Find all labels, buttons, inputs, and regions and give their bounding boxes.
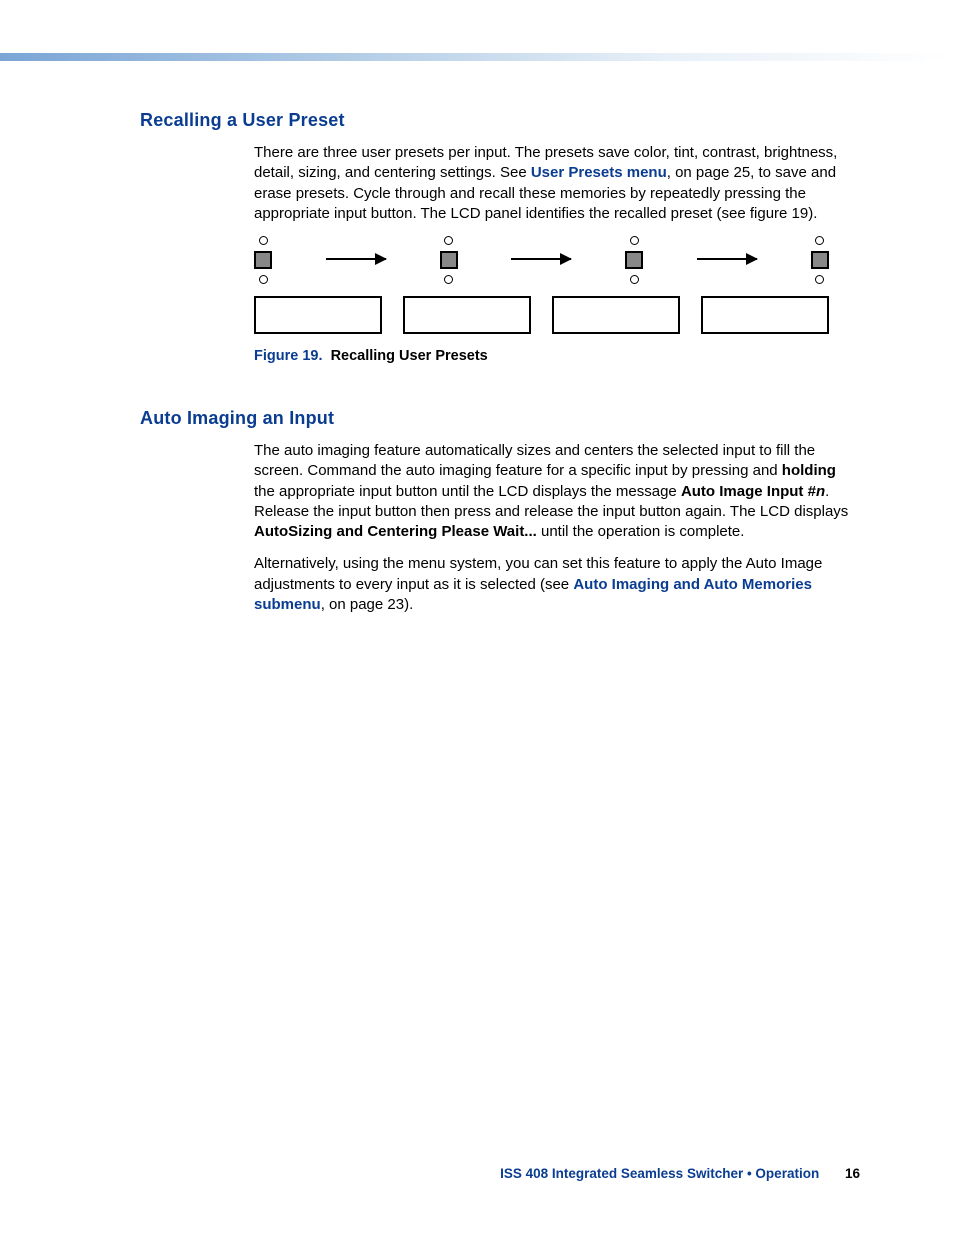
led-indicator-bottom xyxy=(259,275,268,284)
lcd-box-1 xyxy=(254,296,382,334)
led-indicator-bottom xyxy=(630,275,639,284)
section1-para1: There are three user presets per input. … xyxy=(254,143,860,224)
lcd-box-3 xyxy=(552,296,680,334)
led-indicator-top xyxy=(444,236,453,245)
emphasis-holding: holding xyxy=(782,462,836,479)
text: until the operation is complete. xyxy=(537,523,745,540)
figure19-caption: Figure 19. Recalling User Presets xyxy=(254,348,860,364)
lcd-message-variable: n xyxy=(816,483,825,500)
led-indicator-bottom xyxy=(444,275,453,284)
page-footer: ISS 408 Integrated Seamless Switcher • O… xyxy=(500,1166,860,1181)
top-gradient-bar xyxy=(0,53,954,61)
footer-page-number: 16 xyxy=(845,1166,860,1181)
led-indicator-top xyxy=(630,236,639,245)
arrow-icon xyxy=(511,258,571,260)
preset-unit-2 xyxy=(440,236,458,284)
section1-body: There are three user presets per input. … xyxy=(254,143,860,364)
text: The auto imaging feature automatically s… xyxy=(254,442,815,479)
arrow-icon xyxy=(697,258,757,260)
text: the appropriate input button until the L… xyxy=(254,483,681,500)
arrow-icon xyxy=(326,258,386,260)
figure19-label-row xyxy=(254,296,829,334)
section-heading-auto-imaging: Auto Imaging an Input xyxy=(140,408,860,429)
figure-title: Recalling User Presets xyxy=(331,348,488,364)
footer-doc-title: ISS 408 Integrated Seamless Switcher • O… xyxy=(500,1166,819,1181)
section2: Auto Imaging an Input The auto imaging f… xyxy=(140,408,860,615)
link-user-presets-menu[interactable]: User Presets menu xyxy=(531,164,667,181)
preset-unit-4 xyxy=(811,236,829,284)
led-indicator-top xyxy=(259,236,268,245)
input-button-icon xyxy=(811,251,829,269)
section2-body: The auto imaging feature automatically s… xyxy=(254,441,860,615)
content-area: Recalling a User Preset There are three … xyxy=(140,110,860,633)
lcd-message-auto-image: Auto Image Input # xyxy=(681,483,816,500)
section2-para1: The auto imaging feature automatically s… xyxy=(254,441,860,542)
led-indicator-bottom xyxy=(815,275,824,284)
figure19-diagram xyxy=(254,236,829,284)
section-heading-recalling: Recalling a User Preset xyxy=(140,110,860,131)
input-button-icon xyxy=(625,251,643,269)
preset-unit-3 xyxy=(625,236,643,284)
text: , on page 23). xyxy=(321,596,414,613)
lcd-box-2 xyxy=(403,296,531,334)
input-button-icon xyxy=(440,251,458,269)
lcd-message-autosizing: AutoSizing and Centering Please Wait... xyxy=(254,523,537,540)
lcd-box-4 xyxy=(701,296,829,334)
figure-label: Figure 19. xyxy=(254,348,323,364)
input-button-icon xyxy=(254,251,272,269)
led-indicator-top xyxy=(815,236,824,245)
section2-para2: Alternatively, using the menu system, yo… xyxy=(254,554,860,615)
preset-unit-1 xyxy=(254,236,272,284)
